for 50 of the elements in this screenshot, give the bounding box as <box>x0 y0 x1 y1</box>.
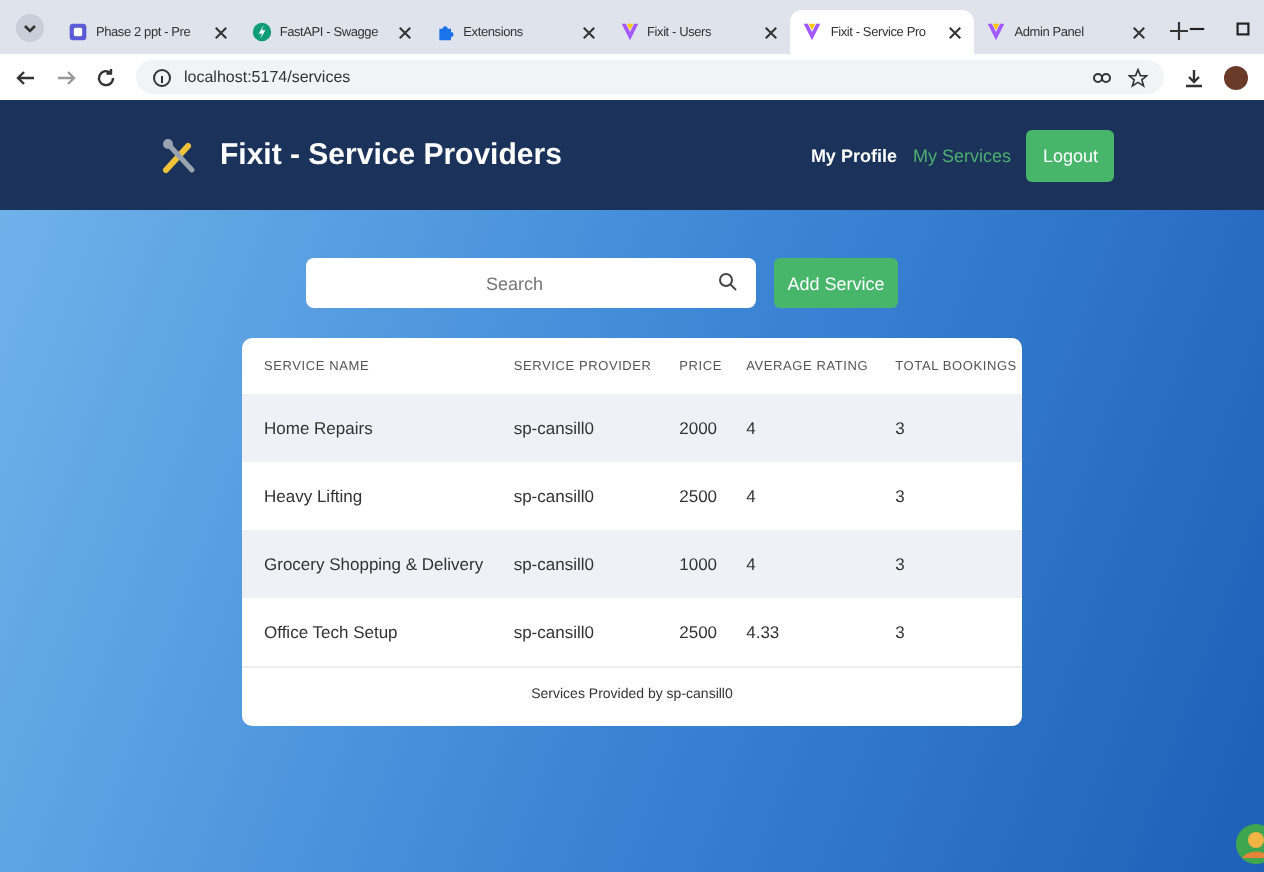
forward-icon[interactable] <box>56 67 76 87</box>
table-cell: 1000 <box>657 530 725 598</box>
table-cell: 2000 <box>657 394 725 462</box>
table-cell: Heavy Lifting <box>242 462 492 530</box>
close-icon[interactable] <box>213 25 228 39</box>
table-cell: 3 <box>873 530 1022 598</box>
table-cell: Home Repairs <box>242 394 492 462</box>
bolt-icon <box>251 22 272 42</box>
table-cell: 4 <box>724 394 874 462</box>
table-cell: sp-cansill0 <box>491 394 658 462</box>
table-cell: Grocery Shopping & Delivery <box>242 530 492 598</box>
close-icon[interactable] <box>397 25 412 39</box>
nav-link[interactable]: My Services <box>912 145 1011 165</box>
table-cell: 4 <box>724 462 874 530</box>
search-field[interactable]: Search <box>305 258 756 308</box>
address-bar[interactable]: localhost:5174/services <box>136 60 1164 94</box>
tools-icon <box>160 135 200 175</box>
table-cell: Office Tech Setup <box>242 598 492 666</box>
star-icon[interactable] <box>1128 67 1148 87</box>
close-icon[interactable] <box>764 25 779 39</box>
profile-avatar[interactable] <box>1224 65 1248 89</box>
download-icon[interactable] <box>1184 67 1204 87</box>
v-logo-icon <box>802 22 823 42</box>
info-icon <box>152 67 172 87</box>
table-cell: 4.33 <box>724 598 874 666</box>
table-cell: sp-cansill0 <box>491 530 658 598</box>
tab-search-icon[interactable] <box>16 14 44 42</box>
restore-icon[interactable] <box>1234 20 1253 38</box>
table-cell: 3 <box>873 394 1022 462</box>
table-cell: sp-cansill0 <box>491 598 658 666</box>
table-cell: 2500 <box>657 462 725 530</box>
table-cell: sp-cansill0 <box>491 462 658 530</box>
search-icon <box>717 272 738 292</box>
floating-avatar-icon[interactable] <box>1236 824 1264 864</box>
close-icon[interactable] <box>1132 25 1147 39</box>
table-cell: 4 <box>724 530 874 598</box>
new-tab-icon[interactable] <box>1170 22 1189 40</box>
brand-title[interactable]: Fixit - Service Providers <box>220 138 562 172</box>
table-cell: 3 <box>873 462 1022 530</box>
puzzle-icon <box>435 22 456 42</box>
nav-link[interactable]: My Profile <box>810 145 897 165</box>
reload-icon[interactable] <box>96 67 116 87</box>
table-cell: 2500 <box>657 598 725 666</box>
v-logo-icon <box>619 22 639 42</box>
close-icon[interactable] <box>948 25 963 39</box>
document-icon <box>67 22 88 42</box>
back-icon[interactable] <box>16 67 36 87</box>
table-cell: 3 <box>873 598 1022 666</box>
v-logo-icon <box>986 22 1007 42</box>
close-icon[interactable] <box>581 25 595 39</box>
